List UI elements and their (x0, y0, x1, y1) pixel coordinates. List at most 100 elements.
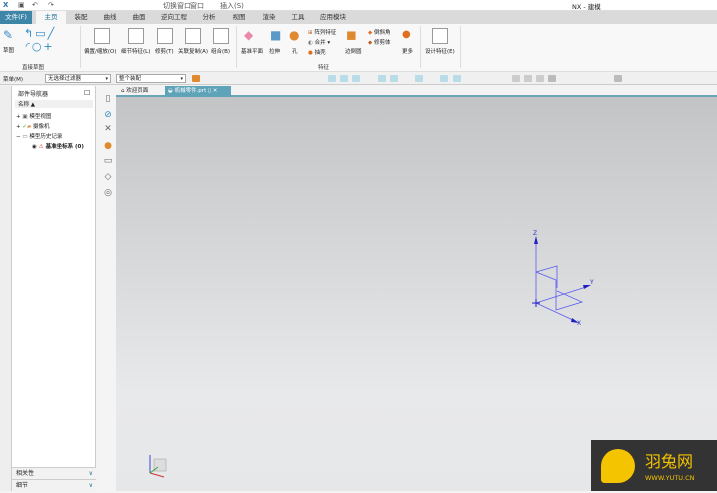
watermark-name: 羽兔网 (645, 452, 694, 471)
tree-label: 摄像机 (32, 124, 50, 130)
chamfer-label: 倒斜角 (373, 30, 391, 36)
part-navigator: 部件导航器 ☐ 名称 ▲ + ▣ 模型视图 + ✓▰ 摄像机 − ▭ 模型历史记… (12, 86, 96, 491)
control-point-icon[interactable] (378, 75, 386, 82)
snap-icon[interactable] (192, 75, 200, 82)
hole-icon: ● (289, 28, 300, 42)
tab-assembly[interactable]: 装配 (68, 11, 94, 24)
trim-body-button[interactable]: ◆ 修剪体 (368, 38, 391, 46)
roles-icon[interactable]: ◇ (103, 172, 113, 182)
combine-button[interactable]: 组合(B) (211, 47, 230, 55)
tab-welcome-page[interactable]: ⌂ 欢迎页面 (118, 86, 164, 97)
tree-item-model-history[interactable]: − ▭ 模型历史记录 (16, 132, 62, 140)
maximize-icon[interactable]: ☐ (84, 89, 90, 97)
extrude-icon: ■ (270, 28, 282, 42)
switch-window-button[interactable]: 切换窗口 (163, 1, 191, 11)
shell-button[interactable]: ● 抽壳 (308, 48, 326, 56)
close-icon[interactable]: ✕ (103, 124, 113, 134)
menu-button[interactable]: 菜单(M) (3, 75, 23, 83)
associative-copy-icon (185, 28, 201, 44)
tab-home[interactable]: 主页 (36, 11, 66, 24)
undo-icon[interactable]: ↶ (32, 1, 38, 9)
tab-view[interactable]: 视图 (226, 11, 252, 24)
z-axis-label: Z (533, 230, 537, 237)
trim-button[interactable]: 修剪(T) (155, 47, 174, 55)
fit-icon[interactable] (524, 75, 532, 82)
point-snap-icon[interactable] (328, 75, 336, 82)
tab-part-file[interactable]: ◒ 机械零件.prt ▯ ✕ (165, 86, 231, 97)
more-icon: ● (402, 29, 411, 40)
unite-button[interactable]: ◐ 合并 ▾ (308, 38, 330, 46)
navigator-title: 部件导航器 (18, 91, 49, 98)
pattern-feature-button[interactable]: ⊞ 阵列特征 (308, 28, 336, 36)
direct-sketch-group-label: 直接草图 (22, 65, 45, 71)
resource-tabs-strip[interactable] (0, 86, 12, 491)
zoom-icon[interactable] (536, 75, 544, 82)
point-on-curve-icon[interactable] (440, 75, 448, 82)
watermark-url: WWW.YUTU.CN (645, 474, 695, 482)
name-column-header[interactable]: 名称 ▲ (15, 100, 93, 108)
details-panel[interactable]: 细节 ∨ (12, 479, 96, 491)
more-button[interactable]: 更多 (402, 47, 413, 55)
watermark-logo: 羽兔网 WWW.YUTU.CN (591, 440, 717, 491)
detail-feature-icon (128, 28, 144, 44)
graphics-viewport[interactable]: Z Y X (116, 97, 717, 491)
point-on-face-icon[interactable] (453, 75, 461, 82)
extrude-button[interactable]: 拉伸 (269, 47, 280, 55)
midpoint-icon[interactable] (352, 75, 360, 82)
tree-item-datum-csys[interactable]: ◉ ⚠ 基准坐标系 (0) (32, 142, 84, 150)
view-icon[interactable] (512, 75, 520, 82)
tab-surface[interactable]: 曲面 (126, 11, 152, 24)
orient-icon[interactable] (614, 75, 622, 82)
intersection-icon[interactable] (390, 75, 398, 82)
x-axis-label: X (577, 320, 581, 327)
tab-label: 机械零件.prt (174, 88, 207, 94)
tree-item-model-views[interactable]: + ▣ 模型视图 (16, 112, 51, 120)
link-icon[interactable]: ⊘ (103, 110, 113, 120)
offset-scale-button[interactable]: 偏置/缩放(O) (84, 47, 116, 55)
associative-copy-button[interactable]: 关联复制(A) (178, 47, 208, 55)
selection-filter-dropdown[interactable]: 无选择过滤器 (45, 74, 111, 83)
tree-item-cameras[interactable]: + ✓▰ 摄像机 (16, 122, 49, 130)
edge-blend-button[interactable]: 边倒圆 (345, 47, 362, 55)
sketch-curve-tools[interactable]: ↰▭╱ ◜○+ (24, 27, 56, 53)
ribbon-tabs: 文件(F) 主页 装配 曲线 曲面 逆向工程 分析 视图 渲染 工具 应用模块 (0, 11, 717, 24)
resource-bar: ▯ ⊘ ✕ ● ▭ ◇ ◎ (100, 86, 116, 491)
tree-label: 基准坐标系 (0) (45, 144, 84, 150)
window-menu[interactable]: 窗口 (190, 1, 204, 11)
tab-application[interactable]: 应用模块 (315, 11, 351, 24)
dependencies-panel[interactable]: 相关性 ∨ (12, 467, 96, 479)
endpoint-icon[interactable] (340, 75, 348, 82)
dependencies-label: 相关性 (16, 470, 35, 477)
unite-label: 合并 (314, 40, 326, 46)
detail-feature-button[interactable]: 细节特征(L) (121, 47, 150, 55)
redo-icon[interactable]: ↷ (48, 1, 54, 9)
view-triad-icon (149, 455, 167, 478)
design-feature-button[interactable]: 设计特征(E) (425, 47, 455, 55)
tab-tools[interactable]: 工具 (285, 11, 311, 24)
tab-render[interactable]: 渲染 (256, 11, 282, 24)
details-label: 细节 (16, 482, 29, 489)
tree-label: 模型视图 (29, 114, 52, 120)
chamfer-button[interactable]: ◆ 倒斜角 (368, 28, 391, 36)
tab-curve[interactable]: 曲线 (97, 11, 123, 24)
render-style-icon[interactable] (548, 75, 556, 82)
center-icon[interactable] (415, 75, 423, 82)
datum-plane-button[interactable]: 基准平面 (241, 47, 263, 55)
tab-reverse-engineering[interactable]: 逆向工程 (156, 11, 192, 24)
sketch-button[interactable]: 草图 (3, 46, 14, 54)
reuse-library-icon[interactable]: ● (103, 141, 113, 151)
tab-file[interactable]: 文件(F) (0, 11, 32, 24)
close-tab-icon[interactable]: ✕ (213, 88, 218, 94)
insert-menu[interactable]: 插入(S) (220, 1, 244, 11)
process-icon[interactable]: ▭ (103, 156, 113, 166)
scope-dropdown[interactable]: 整个装配 (116, 74, 186, 83)
history-icon[interactable]: ◎ (103, 188, 113, 198)
tab-analysis[interactable]: 分析 (196, 11, 222, 24)
trim-icon (157, 28, 173, 44)
hole-button[interactable]: 孔 (292, 47, 298, 55)
pattern-feature-label: 阵列特征 (314, 30, 337, 36)
tree-label: 模型历史记录 (29, 134, 63, 140)
new-part-icon[interactable]: ▯ (103, 94, 113, 104)
trim-body-label: 修剪体 (373, 40, 391, 46)
save-icon[interactable]: ▣ (18, 1, 25, 9)
